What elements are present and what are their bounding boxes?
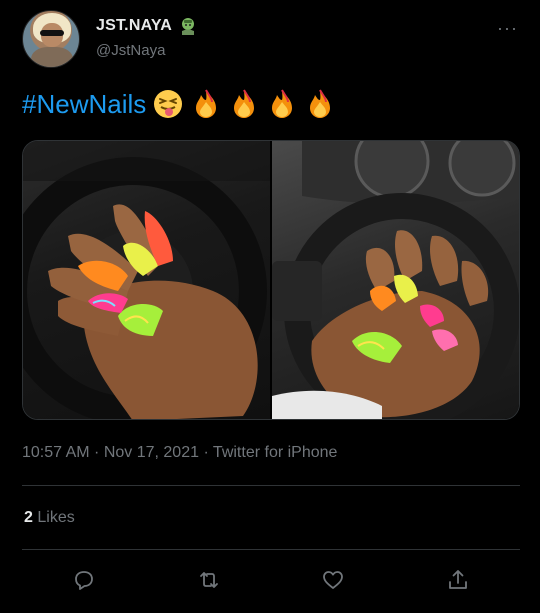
tweet-header: JST.NAYA @JstNaya ··· [22, 10, 522, 70]
fire-emoji-icon [196, 89, 217, 118]
display-name[interactable]: JST.NAYA [96, 17, 172, 35]
likes-label: Likes [37, 509, 75, 526]
hand-nails-image [23, 141, 270, 419]
reply-icon [75, 571, 94, 590]
share-button[interactable] [438, 560, 478, 600]
zombie-emoji-icon [182, 18, 195, 35]
divider [22, 549, 520, 550]
tweet-timestamp[interactable]: 10:57 AM · Nov 17, 2021 · Twitter for iP… [22, 444, 337, 462]
reply-button[interactable] [64, 560, 104, 600]
more-options-icon[interactable]: ··· [497, 18, 518, 39]
divider [22, 485, 520, 486]
share-icon [448, 570, 467, 589]
heart-icon [323, 571, 344, 589]
hand-nails-image [272, 141, 519, 419]
fire-emoji-icon [272, 89, 293, 118]
avatar[interactable] [22, 10, 80, 68]
tweet-text: #NewNails [22, 88, 336, 120]
user-handle[interactable]: @JstNaya [96, 42, 165, 59]
retweet-button[interactable] [189, 560, 229, 600]
media-photo-right[interactable] [272, 141, 519, 419]
fire-emoji-icon [310, 89, 331, 118]
tweet-media [22, 140, 520, 420]
media-photo-left[interactable] [23, 141, 270, 419]
name-row: JST.NAYA [96, 16, 198, 36]
likes-number: 2 [24, 509, 33, 526]
retweet-icon [199, 572, 218, 588]
squinting-tongue-face-emoji-icon [154, 90, 183, 118]
tweet-actions [22, 560, 520, 600]
like-button[interactable] [313, 560, 353, 600]
hashtag-link[interactable]: #NewNails [22, 89, 146, 120]
fire-emoji-icon [234, 89, 255, 118]
likes-count[interactable]: 2 Likes [24, 509, 75, 527]
